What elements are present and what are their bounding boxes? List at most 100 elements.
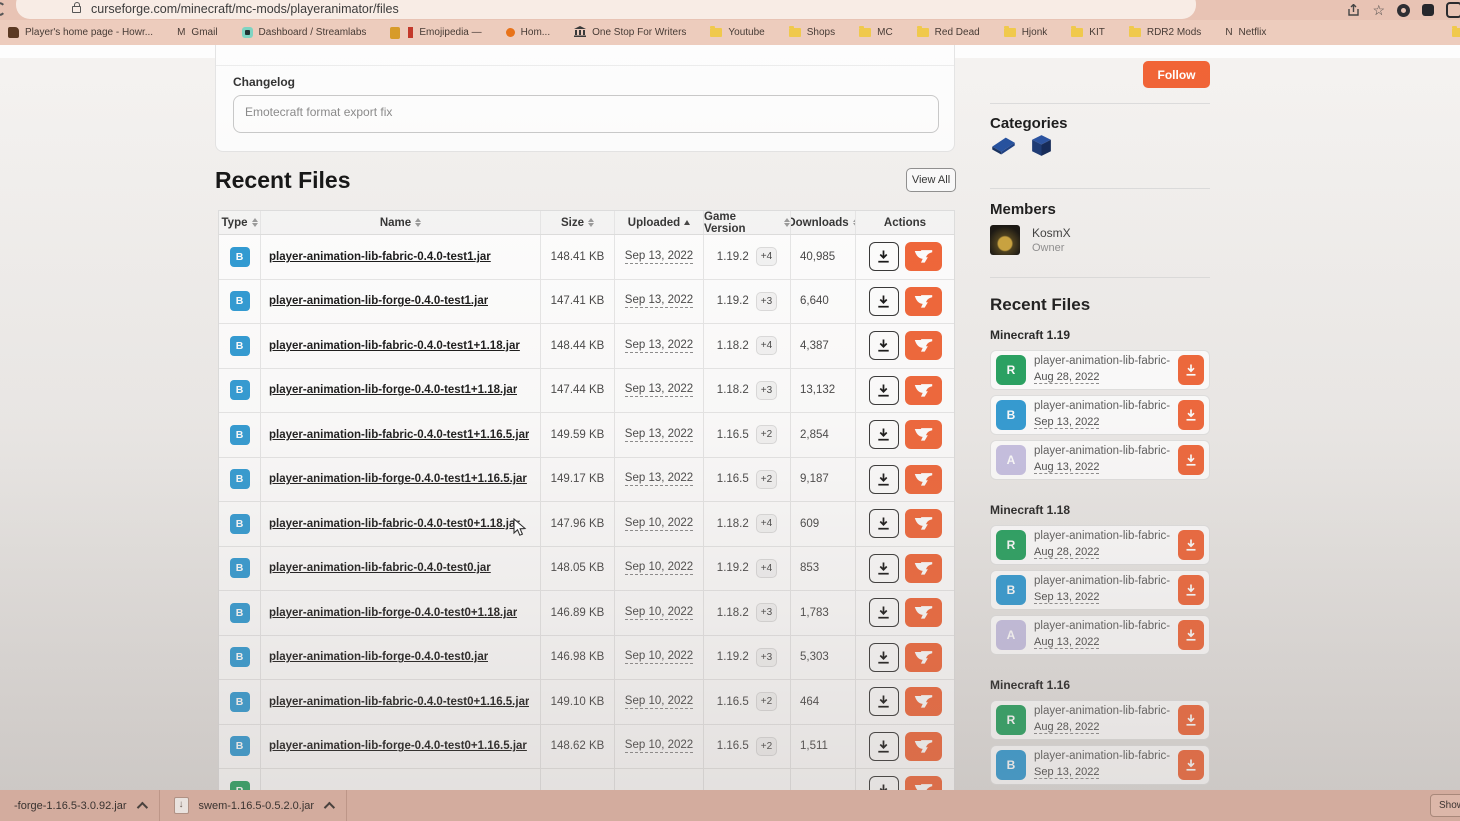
install-with-curseforge-button[interactable] bbox=[905, 687, 942, 716]
member-name[interactable]: KosmX bbox=[1032, 226, 1071, 240]
sidebar-recent-file[interactable]: A player-animation-lib-fabric-0... Aug 1… bbox=[990, 440, 1210, 480]
bookmark-item[interactable]: Hom... bbox=[506, 27, 550, 38]
install-with-curseforge-button[interactable] bbox=[905, 376, 942, 405]
download-file-button[interactable] bbox=[1178, 620, 1204, 650]
share-icon[interactable] bbox=[1347, 4, 1360, 17]
sidebar-recent-file[interactable]: B player-animation-lib-fabric-0... Sep 1… bbox=[990, 570, 1210, 610]
more-versions-chip[interactable]: +3 bbox=[756, 603, 777, 622]
column-header-downloads[interactable]: Downloads bbox=[791, 211, 856, 234]
file-date[interactable]: Aug 28, 2022 bbox=[1034, 371, 1099, 384]
column-header-game-version[interactable]: Game Version bbox=[704, 211, 791, 234]
install-with-curseforge-button[interactable] bbox=[905, 242, 942, 271]
column-header-name[interactable]: Name bbox=[261, 211, 541, 234]
sidebar-recent-file[interactable]: B player-animation-lib-fabric-0... Sep 1… bbox=[990, 395, 1210, 435]
bookmark-item[interactable]: One Stop For Writers bbox=[574, 26, 686, 40]
file-name[interactable]: player-animation-lib-fabric-0... bbox=[1034, 355, 1170, 367]
bookmark-item[interactable]: Emojipedia — bbox=[390, 27, 481, 39]
download-file-button[interactable] bbox=[869, 732, 899, 761]
download-file-button[interactable] bbox=[1178, 445, 1204, 475]
chevron-up-icon[interactable] bbox=[136, 801, 147, 812]
download-file-button[interactable] bbox=[1178, 355, 1204, 385]
file-uploaded-date[interactable]: Sep 10, 2022 bbox=[625, 695, 693, 709]
column-header-uploaded[interactable]: Uploaded bbox=[615, 211, 704, 234]
file-date[interactable]: Aug 28, 2022 bbox=[1034, 721, 1099, 734]
bookmark-item[interactable]: Youtube bbox=[710, 27, 764, 38]
profile-icon[interactable] bbox=[1446, 2, 1460, 18]
show-all-downloads-button[interactable]: Show all bbox=[1430, 794, 1460, 817]
bookmark-item[interactable]: Player's home page - Howr... bbox=[8, 27, 153, 38]
install-with-curseforge-button[interactable] bbox=[905, 554, 942, 583]
download-file-button[interactable] bbox=[1178, 575, 1204, 605]
sidebar-recent-file[interactable]: R player-animation-lib-fabric-0... Aug 2… bbox=[990, 525, 1210, 565]
install-with-curseforge-button[interactable] bbox=[905, 465, 942, 494]
file-date[interactable]: Sep 13, 2022 bbox=[1034, 416, 1099, 429]
download-file-button[interactable] bbox=[869, 687, 899, 716]
url-text[interactable]: curseforge.com/minecraft/mc-mods/playera… bbox=[91, 1, 399, 17]
more-versions-chip[interactable]: +3 bbox=[756, 381, 777, 400]
download-file-button[interactable] bbox=[1178, 750, 1204, 780]
file-uploaded-date[interactable]: Sep 13, 2022 bbox=[625, 472, 693, 486]
bookmark-item[interactable]: Red Dead bbox=[917, 27, 980, 38]
download-file-button[interactable] bbox=[869, 776, 899, 790]
file-name-link[interactable]: player-animation-lib-forge-0.4.0-test0+1… bbox=[269, 607, 517, 619]
file-name-link[interactable]: player-animation-lib-fabric-0.4.0-test0+… bbox=[269, 696, 529, 708]
downloaded-file-item[interactable]: swem-1.16.5-0.5.2.0.jar bbox=[160, 790, 347, 821]
file-name[interactable]: player-animation-lib-fabric-0... bbox=[1034, 400, 1170, 412]
bookmark-item[interactable]: RDR2 Mods bbox=[1129, 27, 1201, 38]
download-file-button[interactable] bbox=[869, 331, 899, 360]
install-with-curseforge-button[interactable] bbox=[905, 331, 942, 360]
sidebar-recent-file[interactable]: R player-animation-lib-fabric-0... Aug 2… bbox=[990, 350, 1210, 390]
file-name-link[interactable]: player-animation-lib-forge-0.4.0-test1.j… bbox=[269, 295, 488, 307]
sidebar-recent-file[interactable]: A player-animation-lib-fabric-0... Aug 1… bbox=[990, 615, 1210, 655]
bookmark-item[interactable]: Dashboard / Streamlabs bbox=[242, 27, 367, 38]
download-file-button[interactable] bbox=[869, 376, 899, 405]
download-file-button[interactable] bbox=[869, 420, 899, 449]
file-date[interactable]: Aug 13, 2022 bbox=[1034, 461, 1099, 474]
file-uploaded-date[interactable]: Sep 10, 2022 bbox=[625, 606, 693, 620]
file-uploaded-date[interactable]: Sep 13, 2022 bbox=[625, 428, 693, 442]
file-uploaded-date[interactable]: Sep 10, 2022 bbox=[625, 739, 693, 753]
follow-button[interactable]: Follow bbox=[1143, 61, 1210, 88]
more-versions-chip[interactable]: +2 bbox=[756, 425, 777, 444]
sidebar-recent-file[interactable]: B player-animation-lib-fabric-0... Sep 1… bbox=[990, 745, 1210, 785]
more-versions-chip[interactable]: +2 bbox=[756, 737, 777, 756]
reload-icon[interactable] bbox=[0, 2, 6, 16]
file-name-link[interactable]: player-animation-lib-forge-0.4.0-test0.j… bbox=[269, 651, 488, 663]
file-name-link[interactable]: player-animation-lib-forge-0.4.0-test1+1… bbox=[269, 473, 527, 485]
category-api-icon[interactable] bbox=[1029, 133, 1054, 163]
download-file-button[interactable] bbox=[869, 242, 899, 271]
install-with-curseforge-button[interactable] bbox=[905, 643, 942, 672]
more-versions-chip[interactable]: +4 bbox=[756, 336, 777, 355]
column-header-type[interactable]: Type bbox=[219, 211, 261, 234]
category-library-icon[interactable] bbox=[990, 133, 1017, 163]
bookmark-item[interactable]: Hjonk bbox=[1004, 27, 1048, 38]
download-file-button[interactable] bbox=[869, 598, 899, 627]
extension-icon[interactable] bbox=[1397, 4, 1410, 17]
download-file-button[interactable] bbox=[1178, 530, 1204, 560]
file-uploaded-date[interactable]: Sep 10, 2022 bbox=[625, 517, 693, 531]
install-with-curseforge-button[interactable] bbox=[905, 420, 942, 449]
file-uploaded-date[interactable]: Sep 10, 2022 bbox=[625, 561, 693, 575]
file-uploaded-date[interactable]: Sep 10, 2022 bbox=[625, 650, 693, 664]
bookmark-item[interactable]: Shops bbox=[789, 27, 835, 38]
file-name-link[interactable]: player-animation-lib-fabric-0.4.0-test1+… bbox=[269, 429, 529, 441]
more-versions-chip[interactable]: +2 bbox=[756, 470, 777, 489]
bookmark-folder-partial[interactable] bbox=[1452, 28, 1460, 37]
install-with-curseforge-button[interactable] bbox=[905, 598, 942, 627]
file-uploaded-date[interactable]: Sep 13, 2022 bbox=[625, 294, 693, 308]
file-uploaded-date[interactable]: Sep 13, 2022 bbox=[625, 250, 693, 264]
file-name-link[interactable]: player-animation-lib-fabric-0.4.0-test1.… bbox=[269, 251, 491, 263]
more-versions-chip[interactable]: +4 bbox=[756, 559, 777, 578]
download-file-button[interactable] bbox=[869, 554, 899, 583]
changelog-textarea[interactable] bbox=[233, 95, 939, 133]
file-name[interactable]: player-animation-lib-fabric-0... bbox=[1034, 750, 1170, 762]
lock-icon[interactable] bbox=[72, 6, 81, 13]
more-versions-chip[interactable]: +2 bbox=[756, 692, 777, 711]
file-name-link[interactable]: player-animation-lib-forge-0.4.0-test1+1… bbox=[269, 384, 517, 396]
download-file-button[interactable] bbox=[869, 287, 899, 316]
file-date[interactable]: Aug 28, 2022 bbox=[1034, 546, 1099, 559]
file-uploaded-date[interactable]: Sep 13, 2022 bbox=[625, 383, 693, 397]
download-file-button[interactable] bbox=[869, 509, 899, 538]
downloaded-file-item[interactable]: -forge-1.16.5-3.0.92.jar bbox=[0, 790, 159, 821]
file-name-link[interactable]: player-animation-lib-forge-0.4.0-test0+1… bbox=[269, 740, 527, 752]
